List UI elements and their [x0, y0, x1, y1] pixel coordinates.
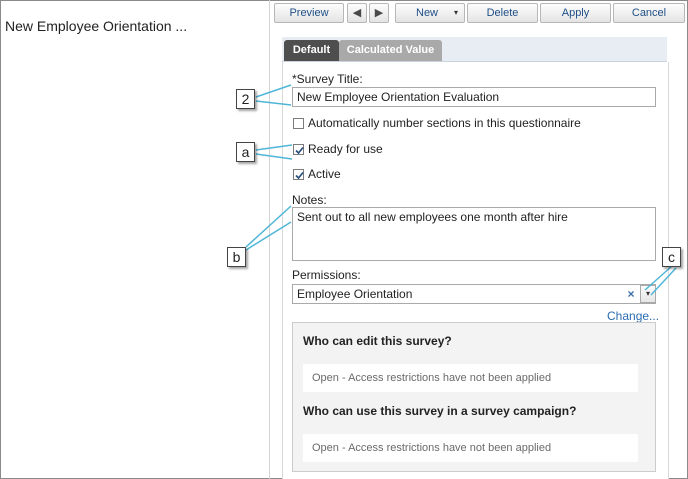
next-record-button[interactable]: ▶ — [369, 3, 389, 23]
cancel-button[interactable]: Cancel — [613, 3, 685, 23]
checkmark-icon — [295, 146, 304, 155]
panel-divider — [269, 0, 270, 479]
ready-for-use-label: Ready for use — [308, 142, 383, 156]
permissions-label: Permissions: — [292, 268, 361, 282]
permissions-value: Employee Orientation — [297, 287, 413, 301]
checkmark-icon — [295, 171, 304, 180]
use-access-heading: Who can use this survey in a survey camp… — [303, 404, 577, 418]
ready-for-use-checkbox[interactable] — [293, 144, 304, 155]
tab-bar: Default Calculated Value — [282, 37, 667, 62]
tab-default[interactable]: Default — [284, 40, 339, 61]
clear-icon[interactable]: × — [624, 286, 638, 302]
callout-2: 2 — [236, 89, 255, 109]
auto-number-label: Automatically number sections in this qu… — [308, 116, 581, 130]
notes-label: Notes: — [292, 193, 327, 207]
auto-number-checkbox[interactable] — [293, 118, 304, 129]
notes-textarea[interactable]: Sent out to all new employees one month … — [292, 207, 656, 261]
callout-c: c — [662, 247, 681, 267]
edit-access-note: Open - Access restrictions have not been… — [303, 364, 638, 392]
previous-record-button[interactable]: ◀ — [347, 3, 367, 23]
delete-button[interactable]: Delete — [467, 3, 538, 23]
access-restrictions-panel: Who can edit this survey? Open - Access … — [292, 322, 656, 472]
new-button-label: New — [416, 7, 439, 19]
new-button[interactable]: New ▾ — [395, 3, 465, 23]
edit-access-heading: Who can edit this survey? — [303, 334, 452, 348]
arrow-left-icon: ◀ — [352, 7, 362, 19]
survey-title-label: *Survey Title: — [292, 72, 363, 86]
callout-a: a — [236, 142, 255, 162]
active-checkbox[interactable] — [293, 169, 304, 180]
chevron-down-icon: ▾ — [453, 8, 458, 17]
callout-b: b — [227, 247, 246, 267]
arrow-right-icon: ▶ — [374, 7, 384, 19]
active-label: Active — [308, 167, 341, 181]
tab-calculated-value[interactable]: Calculated Value — [339, 40, 442, 61]
apply-button[interactable]: Apply — [540, 3, 611, 23]
permissions-select[interactable]: Employee Orientation — [292, 284, 656, 304]
record-list-item-title[interactable]: New Employee Orientation ... — [5, 18, 187, 34]
use-access-note: Open - Access restrictions have not been… — [303, 434, 638, 462]
change-permissions-link[interactable]: Change... — [607, 309, 659, 323]
survey-title-input[interactable]: New Employee Orientation Evaluation — [292, 87, 656, 107]
preview-button[interactable]: Preview — [274, 3, 344, 23]
chevron-down-icon[interactable]: ▾ — [640, 285, 656, 303]
